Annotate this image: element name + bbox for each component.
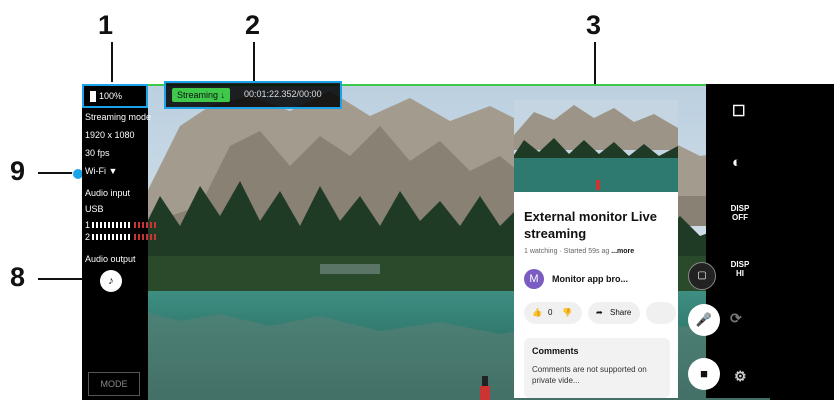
network-status: Wi-Fi ▼	[85, 166, 117, 176]
speaker-icon: ♪	[108, 275, 114, 287]
like-dislike-pill: 👍 0 👎	[524, 302, 582, 324]
callout-3: 3	[586, 10, 602, 40]
speaker-button[interactable]: ♪	[100, 270, 122, 292]
comments-heading: Comments	[532, 346, 579, 356]
mic-button[interactable]: 🎤	[688, 304, 720, 336]
share-label: Share	[610, 308, 632, 317]
audio-output-label: Audio output	[85, 254, 136, 264]
left-info-panel: Streaming mode 1920 x 1080 30 fps Wi-Fi …	[82, 86, 156, 400]
watching-count: 1 watching	[524, 248, 558, 255]
rotate-icon[interactable]: ⟳	[730, 310, 742, 327]
audio-meter-2	[92, 234, 132, 240]
live-stream-panel: External monitor Live streaming 1 watchi…	[514, 100, 678, 398]
streaming-status: Streaming ↓ 00:01:22.352/00:00	[164, 81, 342, 109]
leader-1	[111, 42, 113, 82]
battery-icon	[90, 91, 96, 102]
settings-icon[interactable]: ⚙	[734, 368, 747, 385]
callout-8: 8	[10, 262, 26, 292]
callout-1: 1	[98, 10, 114, 40]
channel-name[interactable]: Monitor app bro...	[552, 274, 628, 284]
leader-2	[253, 42, 255, 81]
callout-2: 2	[245, 10, 261, 40]
callout-9: 9	[10, 156, 26, 186]
stream-title: External monitor Live streaming	[524, 209, 657, 241]
started-time: Started 59s ag	[563, 248, 610, 255]
avatar[interactable]: M	[524, 269, 544, 289]
audio-meter-2-peak	[134, 234, 156, 240]
external-monitor-button[interactable]: ▢	[688, 262, 716, 290]
comments-message: Comments are not supported on private vi…	[532, 365, 647, 385]
like-icon[interactable]: 👍	[532, 302, 542, 324]
resolution: 1920 x 1080	[85, 130, 135, 140]
like-count: 0	[548, 308, 553, 317]
disp-hi-button[interactable]: DISP HI	[728, 260, 752, 278]
stream-duration: 00:01:22.352/00:00	[244, 89, 322, 99]
monitor-icon: ▢	[697, 270, 707, 281]
leader-9	[38, 172, 74, 174]
streaming-badge: Streaming ↓	[172, 88, 231, 102]
audio-input-label: Audio input	[85, 188, 131, 198]
streaming-label: Streaming	[177, 90, 219, 100]
frame-rate: 30 fps	[85, 148, 110, 158]
more-link[interactable]: ...more	[611, 248, 634, 255]
comments-section: Comments Comments are not supported on p…	[524, 338, 670, 398]
lock-open-icon[interactable]: ☐	[732, 102, 745, 120]
audio-meter-1-peak	[134, 222, 156, 228]
stream-thumbnail	[514, 100, 678, 192]
network-label: Wi-Fi	[85, 166, 106, 176]
stream-details: External monitor Live streaming 1 watchi…	[514, 192, 678, 398]
brightness-icon[interactable]: ◐	[732, 154, 741, 171]
dislike-icon[interactable]: 👎	[562, 302, 572, 324]
mode-button[interactable]: MODE	[88, 372, 140, 396]
audio-source: USB	[85, 204, 104, 214]
disp-off-button[interactable]: DISP OFF	[728, 204, 752, 222]
battery-level: 100%	[99, 91, 123, 101]
stream-meta: 1 watching · Started 59s ag ...more	[524, 248, 635, 255]
mode-button-label: MODE	[100, 379, 128, 389]
channel-1-label: 1	[85, 220, 91, 230]
share-icon: ➦	[596, 308, 603, 317]
right-control-bar: ☐ ◐ DISP OFF DISP HI ⟳ ⚙	[706, 84, 834, 398]
stop-streaming-button[interactable]: ■	[688, 358, 720, 390]
channel-2-label: 2	[85, 232, 91, 242]
leader-8	[38, 278, 88, 280]
battery-indicator: 100%	[82, 84, 148, 108]
stop-icon: ■	[700, 366, 708, 381]
more-actions-button[interactable]	[646, 302, 676, 324]
mode-label: Streaming mode	[85, 112, 152, 122]
wifi-icon: ▼	[108, 166, 118, 176]
mic-icon: 🎤	[695, 312, 713, 327]
share-button[interactable]: ➦ Share	[588, 302, 640, 324]
audio-meter-1	[92, 222, 132, 228]
